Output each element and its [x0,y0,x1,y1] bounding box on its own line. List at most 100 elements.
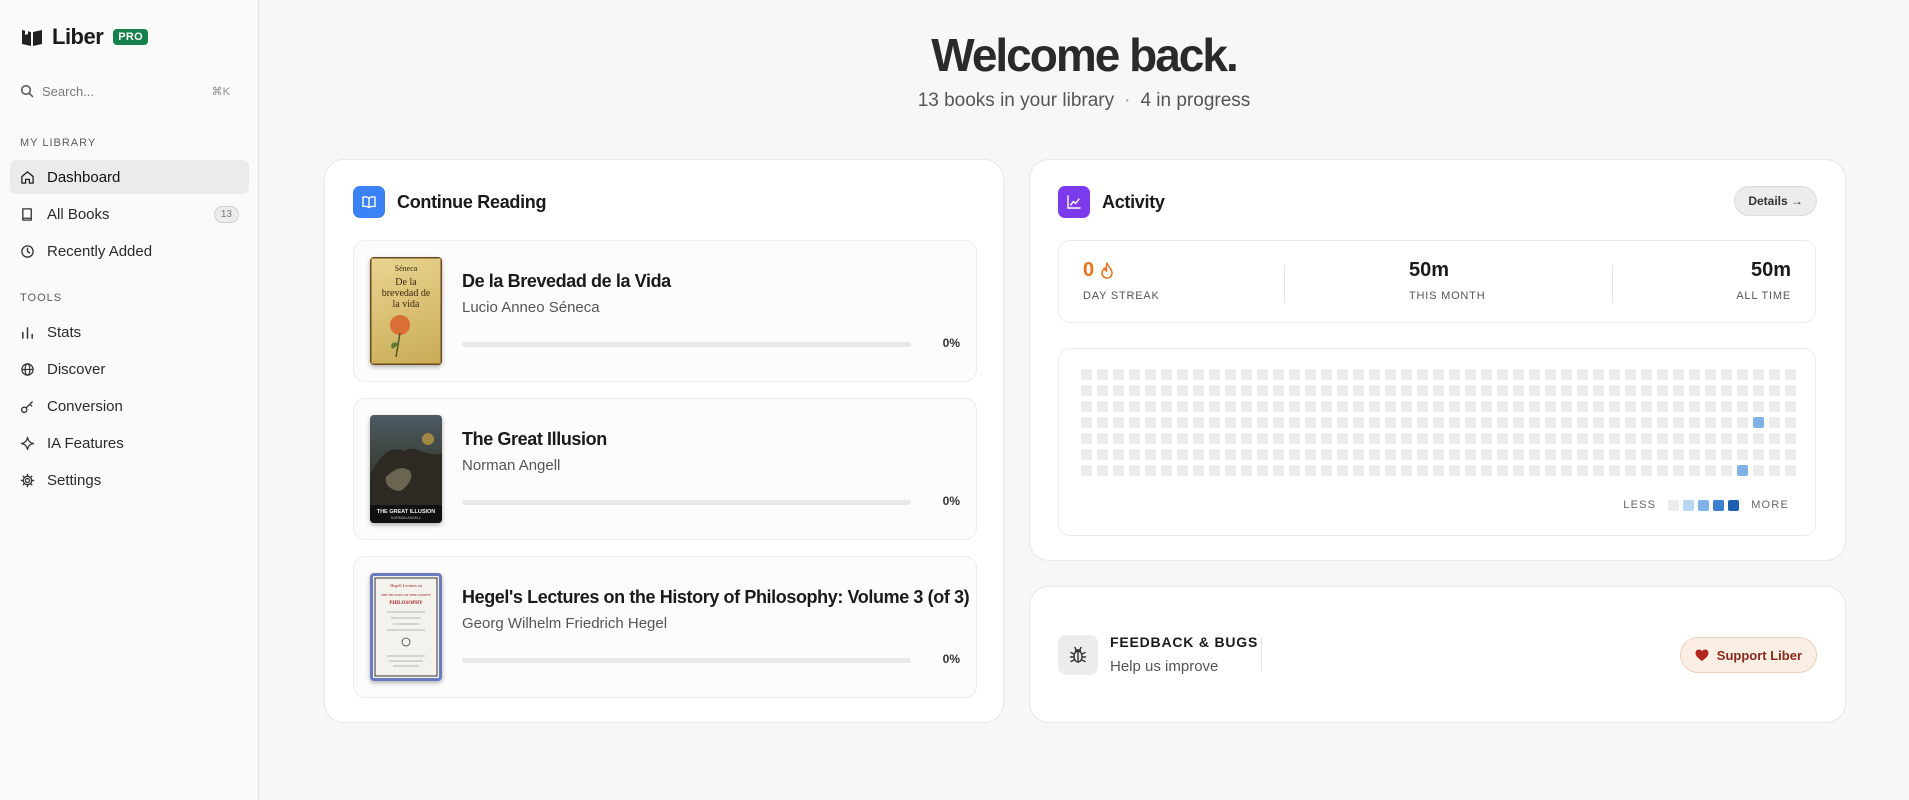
heatmap-cell[interactable] [1113,433,1124,444]
heatmap-cell[interactable] [1513,465,1524,476]
heatmap-cell[interactable] [1369,465,1380,476]
heatmap-cell[interactable] [1513,449,1524,460]
heatmap-cell[interactable] [1673,369,1684,380]
heatmap-cell[interactable] [1113,401,1124,412]
heatmap-cell[interactable] [1321,385,1332,396]
heatmap-cell[interactable] [1753,417,1764,428]
heatmap-cell[interactable] [1465,417,1476,428]
heatmap-cell[interactable] [1225,385,1236,396]
heatmap-cell[interactable] [1545,465,1556,476]
heatmap-cell[interactable] [1337,433,1348,444]
heatmap-cell[interactable] [1289,433,1300,444]
heatmap-cell[interactable] [1289,417,1300,428]
heatmap-cell[interactable] [1593,369,1604,380]
heatmap-cell[interactable] [1129,433,1140,444]
heatmap-cell[interactable] [1481,417,1492,428]
heatmap-cell[interactable] [1753,369,1764,380]
heatmap-cell[interactable] [1193,465,1204,476]
heatmap-cell[interactable] [1769,369,1780,380]
heatmap-cell[interactable] [1353,417,1364,428]
heatmap-cell[interactable] [1225,449,1236,460]
heatmap-cell[interactable] [1481,401,1492,412]
heatmap-cell[interactable] [1497,401,1508,412]
heatmap-cell[interactable] [1481,369,1492,380]
heatmap-cell[interactable] [1721,433,1732,444]
heatmap-cell[interactable] [1097,401,1108,412]
heatmap-cell[interactable] [1577,449,1588,460]
heatmap-cell[interactable] [1673,433,1684,444]
heatmap-cell[interactable] [1529,401,1540,412]
heatmap-cell[interactable] [1097,369,1108,380]
heatmap-cell[interactable] [1497,417,1508,428]
heatmap-cell[interactable] [1689,465,1700,476]
heatmap-cell[interactable] [1753,433,1764,444]
heatmap-cell[interactable] [1257,385,1268,396]
heatmap-cell[interactable] [1289,385,1300,396]
heatmap-cell[interactable] [1449,401,1460,412]
heatmap-cell[interactable] [1321,417,1332,428]
sidebar-item-stats[interactable]: Stats [10,315,249,349]
heatmap-cell[interactable] [1561,385,1572,396]
heatmap-cell[interactable] [1321,433,1332,444]
heatmap-cell[interactable] [1609,417,1620,428]
heatmap-cell[interactable] [1689,449,1700,460]
heatmap-cell[interactable] [1145,417,1156,428]
heatmap-cell[interactable] [1577,369,1588,380]
heatmap-cell[interactable] [1785,401,1796,412]
heatmap-cell[interactable] [1737,385,1748,396]
heatmap-cell[interactable] [1497,385,1508,396]
heatmap-cell[interactable] [1257,369,1268,380]
heatmap-cell[interactable] [1353,433,1364,444]
heatmap-cell[interactable] [1337,401,1348,412]
heatmap-cell[interactable] [1241,401,1252,412]
heatmap-cell[interactable] [1721,401,1732,412]
heatmap-cell[interactable] [1593,417,1604,428]
heatmap-cell[interactable] [1481,465,1492,476]
heatmap-cell[interactable] [1657,369,1668,380]
heatmap-cell[interactable] [1225,417,1236,428]
heatmap-cell[interactable] [1401,465,1412,476]
book-cover[interactable]: Hegel's Lectures on THE HISTORY OF PHILO… [370,573,442,681]
heatmap-cell[interactable] [1449,465,1460,476]
heatmap-cell[interactable] [1737,433,1748,444]
heatmap-cell[interactable] [1513,401,1524,412]
heatmap-cell[interactable] [1401,417,1412,428]
heatmap-cell[interactable] [1177,465,1188,476]
heatmap-cell[interactable] [1785,417,1796,428]
heatmap-cell[interactable] [1385,449,1396,460]
heatmap-cell[interactable] [1753,465,1764,476]
heatmap-cell[interactable] [1081,449,1092,460]
heatmap-cell[interactable] [1417,449,1428,460]
heatmap-cell[interactable] [1513,385,1524,396]
heatmap-cell[interactable] [1193,385,1204,396]
heatmap-cell[interactable] [1561,433,1572,444]
heatmap-cell[interactable] [1449,449,1460,460]
heatmap-cell[interactable] [1401,449,1412,460]
heatmap-cell[interactable] [1625,417,1636,428]
heatmap-cell[interactable] [1737,465,1748,476]
heatmap-cell[interactable] [1433,401,1444,412]
heatmap-cell[interactable] [1161,433,1172,444]
heatmap-cell[interactable] [1401,385,1412,396]
heatmap-cell[interactable] [1433,449,1444,460]
book-card[interactable]: THE GREAT ILLUSION NORMAN ANGELL The Gre… [353,398,977,540]
heatmap-cell[interactable] [1225,369,1236,380]
heatmap-cell[interactable] [1465,465,1476,476]
heatmap-cell[interactable] [1145,401,1156,412]
book-cover[interactable]: THE GREAT ILLUSION NORMAN ANGELL [370,415,442,523]
heatmap-cell[interactable] [1769,433,1780,444]
heatmap-cell[interactable] [1433,417,1444,428]
heatmap-cell[interactable] [1497,449,1508,460]
book-card[interactable]: Séneca De la brevedad de la vida De la B… [353,240,977,382]
heatmap-cell[interactable] [1177,417,1188,428]
heatmap-cell[interactable] [1401,369,1412,380]
heatmap-cell[interactable] [1769,385,1780,396]
heatmap-cell[interactable] [1625,465,1636,476]
heatmap-cell[interactable] [1193,417,1204,428]
heatmap-cell[interactable] [1609,385,1620,396]
heatmap-cell[interactable] [1305,433,1316,444]
heatmap-cell[interactable] [1689,401,1700,412]
heatmap-cell[interactable] [1417,369,1428,380]
heatmap-cell[interactable] [1257,465,1268,476]
heatmap-cell[interactable] [1641,449,1652,460]
